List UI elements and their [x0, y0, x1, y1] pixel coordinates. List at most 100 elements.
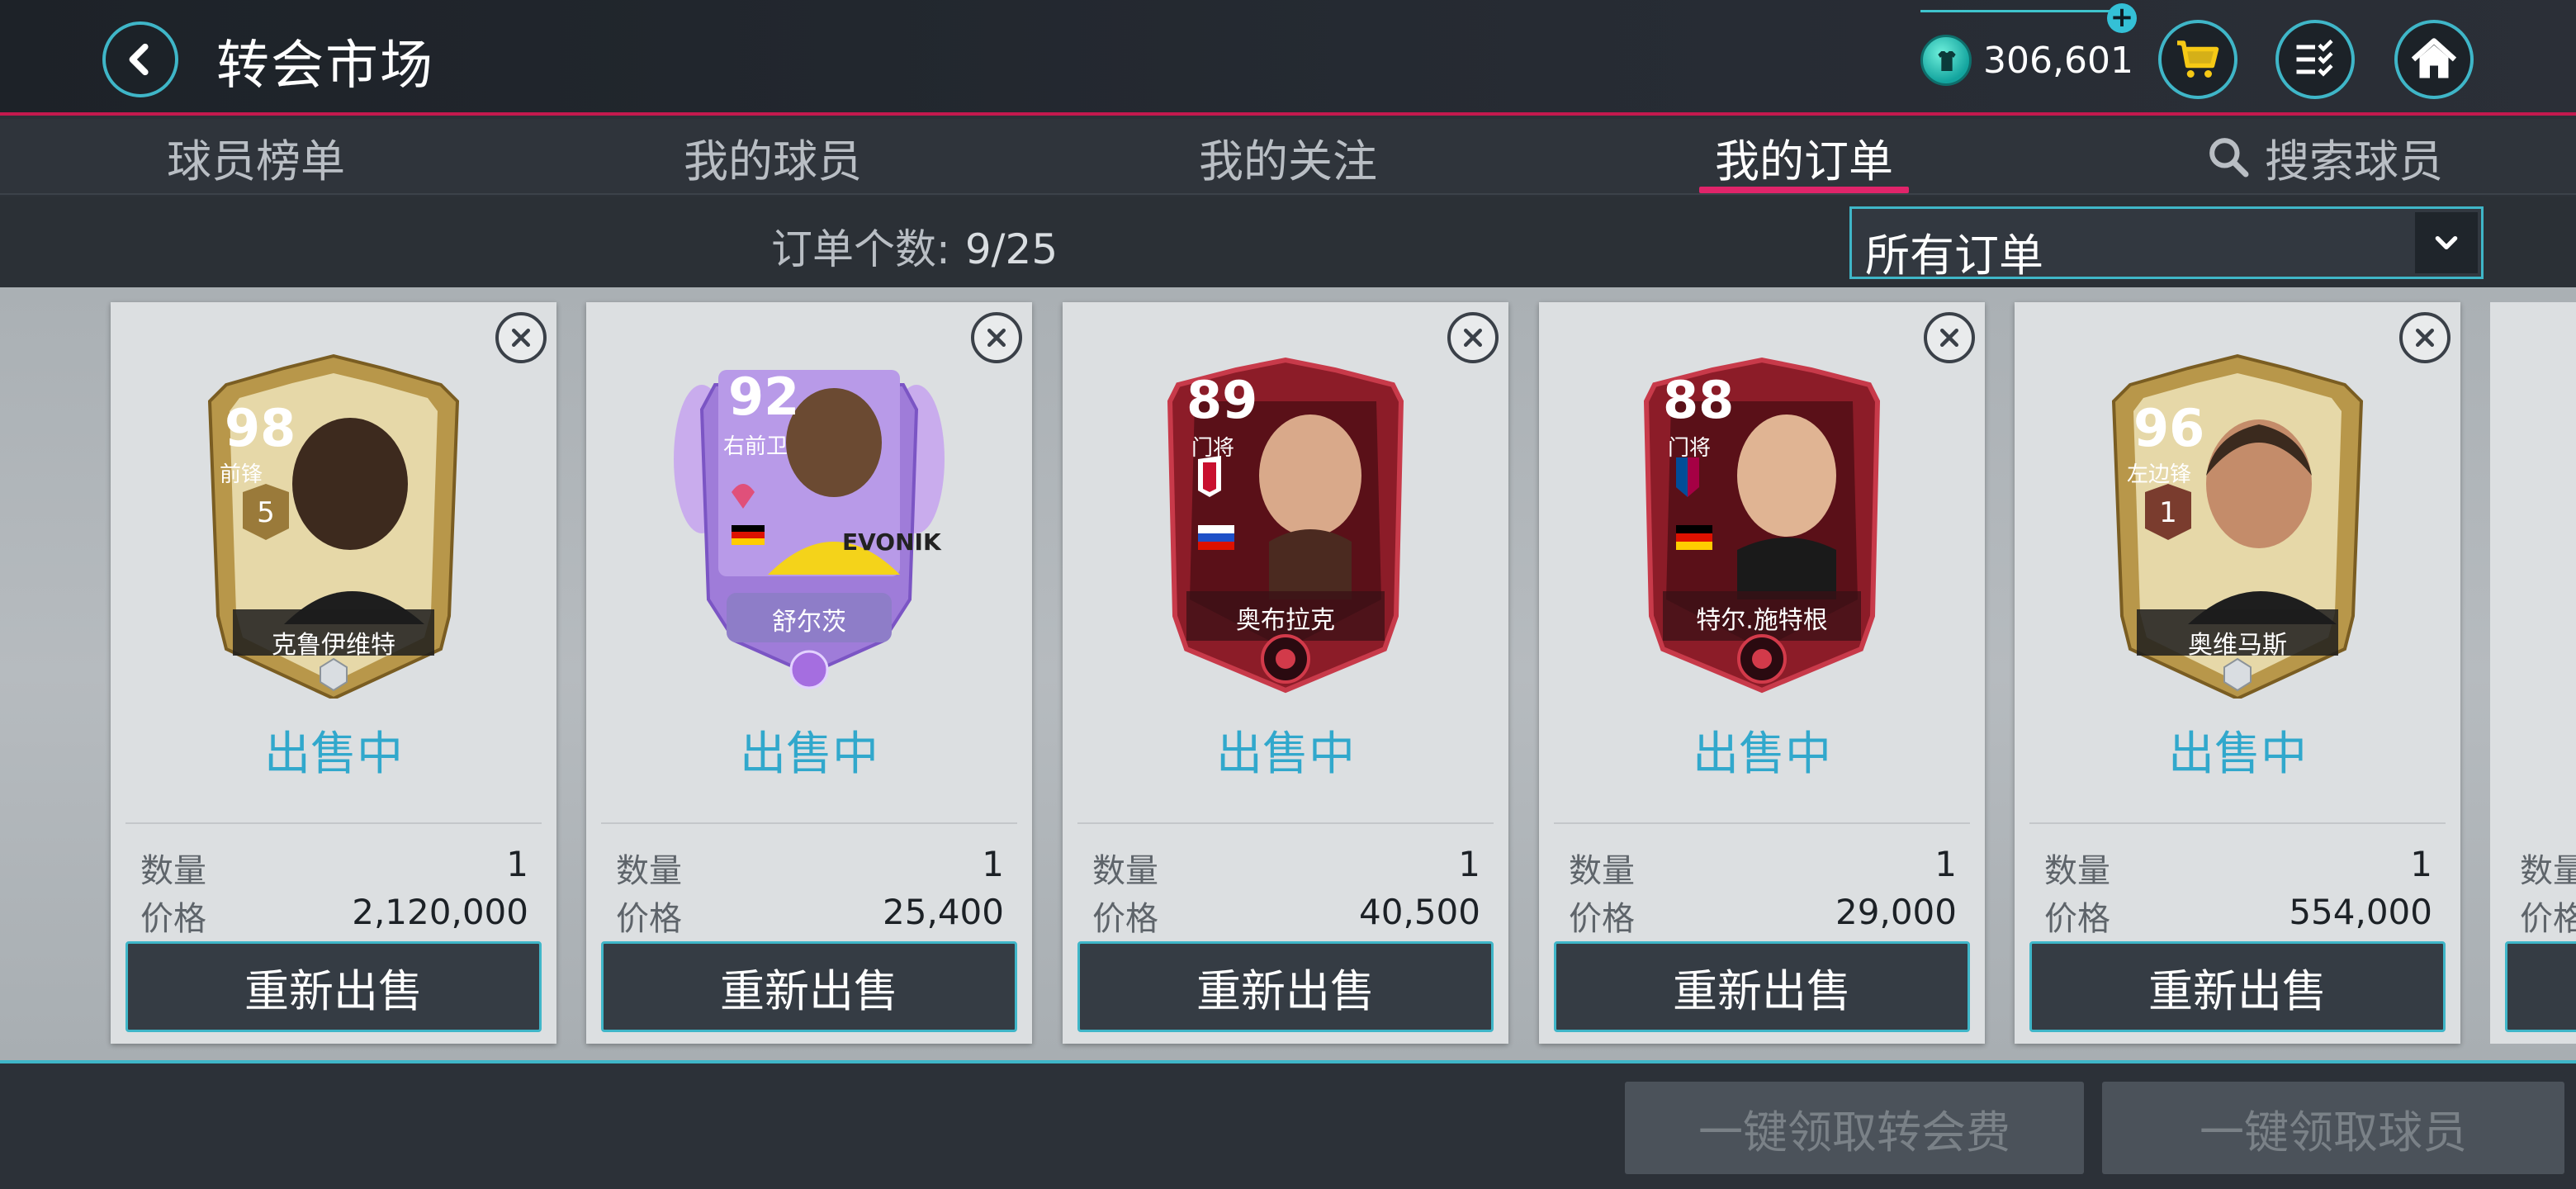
player-rating: 89: [1186, 370, 1258, 430]
player-name: 奥布拉克: [1236, 606, 1335, 635]
quantity-label: 数量: [1569, 852, 1635, 890]
tasks-button[interactable]: [2275, 20, 2355, 99]
cancel-order-button[interactable]: [1924, 312, 1975, 363]
close-icon: [1940, 329, 1958, 347]
home-icon: [2411, 38, 2457, 78]
player-card[interactable]: 5 98 前锋 克鲁伊维特: [193, 352, 474, 701]
cancel-order-button[interactable]: [495, 312, 547, 363]
player-position: 门将: [1668, 436, 1712, 461]
dropdown-toggle[interactable]: [2415, 212, 2478, 273]
player-rating: 88: [1663, 370, 1735, 430]
player-card[interactable]: EVONIK 92 右前卫 舒尔茨: [669, 352, 949, 699]
chevron-down-icon: [2435, 236, 2458, 249]
price-value: 29,000: [1835, 892, 1957, 932]
back-button[interactable]: [102, 21, 178, 97]
divider: [601, 822, 1017, 824]
price-label: 价格: [1569, 900, 1635, 938]
quantity-value: 1: [506, 844, 528, 884]
bottom-bar: 一键领取转会费 一键领取球员: [0, 1067, 2576, 1189]
order-status: 出售中: [1693, 727, 1831, 781]
quantity-value: 1: [2410, 844, 2432, 884]
order-card: 89 门将 奥布拉克 出售中 数量 1 价格 40,500 重新出售: [1063, 302, 1508, 1044]
player-card[interactable]: 89 门将 奥布拉克: [1145, 352, 1426, 699]
close-icon: [987, 329, 1006, 347]
player-position: 右前卫: [723, 434, 788, 459]
player-name: 奥维马斯: [2188, 631, 2287, 660]
coin-balance: + 306,601: [1920, 3, 2137, 89]
price-value: 554,000: [2289, 892, 2432, 932]
chevron-left-icon: [129, 43, 149, 76]
player-rating: 96: [2133, 398, 2205, 458]
order-count-value: 9/25: [964, 225, 1058, 273]
filter-bar: 订单个数: 9/25 所有订单: [0, 197, 2576, 287]
svg-text:5: 5: [257, 496, 275, 529]
tab-player-rankings[interactable]: 球员榜单: [124, 119, 388, 195]
svg-text:1: 1: [2159, 496, 2177, 529]
resell-button[interactable]: 重新出售: [125, 941, 542, 1032]
player-card[interactable]: 88 门将 特尔.施特根: [1622, 352, 1902, 699]
purple-card-frame: EVONIK: [674, 370, 945, 689]
checklist-icon: [2296, 39, 2333, 77]
close-icon: [1464, 329, 1482, 347]
price-value: 2,120,000: [352, 892, 528, 932]
tab-label: 我的订单: [1715, 135, 1893, 187]
player-rating: 92: [728, 367, 800, 427]
quantity-label: 数量: [1092, 852, 1158, 890]
claim-all-players-button[interactable]: 一键领取球员: [2102, 1082, 2564, 1174]
player-name: 克鲁伊维特: [272, 631, 395, 660]
order-status: 出售中: [264, 727, 403, 781]
resell-button[interactable]: 重新出售: [601, 941, 1017, 1032]
page-title: 转会市场: [216, 36, 434, 97]
order-card: 1 96 左边锋 奥维马斯 出售中 数量 1 价格 554,000 重新出售: [2015, 302, 2460, 1044]
order-count-label: 订单个数:: [771, 225, 950, 273]
quantity-label: 数量: [616, 852, 682, 890]
price-value: 40,500: [1359, 892, 1480, 932]
svg-text:EVONIK: EVONIK: [842, 528, 942, 556]
quantity-label: 数量: [2520, 852, 2576, 890]
store-button[interactable]: [2158, 20, 2237, 99]
divider: [2029, 822, 2446, 824]
player-card[interactable]: 1 96 左边锋 奥维马斯: [2097, 352, 2378, 701]
top-bar: 转会市场 + 306,601: [0, 0, 2576, 116]
tab-my-watchlist[interactable]: 我的关注: [1156, 119, 1420, 195]
resell-button[interactable]: 重新出售: [1554, 941, 1970, 1032]
quantity-label: 数量: [2044, 852, 2110, 890]
close-icon: [512, 329, 530, 347]
quantity-value: 1: [1934, 844, 1957, 884]
cancel-order-button[interactable]: [1447, 312, 1499, 363]
resell-button-partial[interactable]: [2505, 941, 2576, 1032]
player-position: 左边锋: [2127, 462, 2192, 487]
tab-my-orders[interactable]: 我的订单: [1699, 119, 1909, 195]
add-coins-icon[interactable]: +: [2107, 3, 2137, 33]
quantity-value: 1: [1458, 844, 1480, 884]
order-card-partial[interactable]: 数量 价格: [2490, 302, 2576, 1044]
search-icon: [2209, 138, 2249, 178]
price-label: 价格: [616, 900, 682, 938]
order-status: 出售中: [2168, 727, 2307, 781]
jersey-coin-icon: [1920, 35, 1972, 86]
order-filter-dropdown[interactable]: 所有订单: [1849, 206, 2484, 282]
order-card: 88 门将 特尔.施特根 出售中 数量 1 价格 29,000 重新出售: [1539, 302, 1985, 1044]
price-value: 25,400: [883, 892, 1004, 932]
player-position: 门将: [1191, 436, 1235, 461]
dropdown-value: 所有订单: [1865, 230, 2043, 282]
resell-button[interactable]: 重新出售: [2029, 941, 2446, 1032]
cancel-order-button[interactable]: [2399, 312, 2451, 363]
home-button[interactable]: [2394, 20, 2474, 99]
tab-search-players[interactable]: 搜索球员: [2196, 119, 2452, 195]
divider: [1077, 822, 1494, 824]
resell-button[interactable]: 重新出售: [1077, 941, 1494, 1032]
player-name: 舒尔茨: [772, 608, 846, 637]
divider: [1554, 822, 1970, 824]
quantity-value: 1: [982, 844, 1004, 884]
claim-all-fees-button[interactable]: 一键领取转会费: [1625, 1082, 2084, 1174]
tab-my-players[interactable]: 我的球员: [641, 119, 905, 195]
price-label: 价格: [2520, 900, 2576, 938]
coin-divider: [1920, 10, 2119, 12]
order-card: 5 98 前锋 克鲁伊维特 出售中 数量 1 价格 2,120,000 重新出售: [111, 302, 556, 1044]
quantity-label: 数量: [140, 852, 206, 890]
close-icon: [2416, 329, 2434, 347]
player-rating: 98: [225, 398, 296, 458]
cancel-order-button[interactable]: [971, 312, 1022, 363]
cart-icon: [2177, 40, 2219, 78]
